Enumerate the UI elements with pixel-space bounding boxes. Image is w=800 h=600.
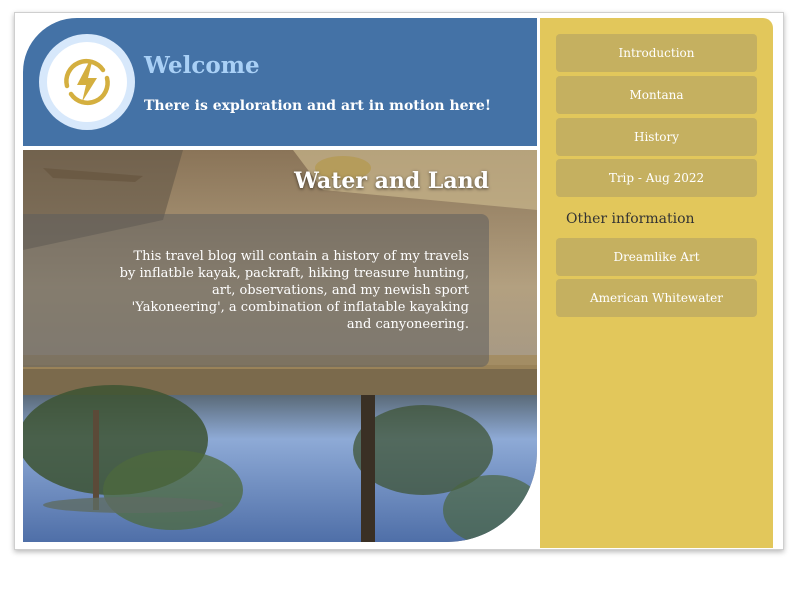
site-header: Welcome There is exploration and art in … — [23, 18, 537, 146]
american-whitewater-button[interactable]: American Whitewater — [556, 279, 757, 317]
hero-description: This travel blog will contain a history … — [119, 249, 469, 332]
hero-section: Water and Land This travel blog will con… — [23, 150, 537, 542]
sidebar: Introduction Montana History Trip - Aug … — [540, 18, 773, 548]
site-logo[interactable] — [39, 34, 135, 130]
site-tagline: There is exploration and art in motion h… — [144, 98, 491, 114]
lightning-bolt-icon — [64, 58, 110, 106]
other-information-heading: Other information — [566, 211, 695, 227]
logo-inner — [47, 42, 127, 122]
nav-montana-button[interactable]: Montana — [556, 76, 757, 114]
nav-history-button[interactable]: History — [556, 118, 757, 156]
nav-introduction-button[interactable]: Introduction — [556, 34, 757, 72]
welcome-title: Welcome — [144, 52, 260, 79]
hero-description-panel: This travel blog will contain a history … — [23, 214, 489, 367]
nav-trip-aug-2022-button[interactable]: Trip - Aug 2022 — [556, 159, 757, 197]
hero-title: Water and Land — [294, 168, 489, 194]
dreamlike-art-button[interactable]: Dreamlike Art — [556, 238, 757, 276]
